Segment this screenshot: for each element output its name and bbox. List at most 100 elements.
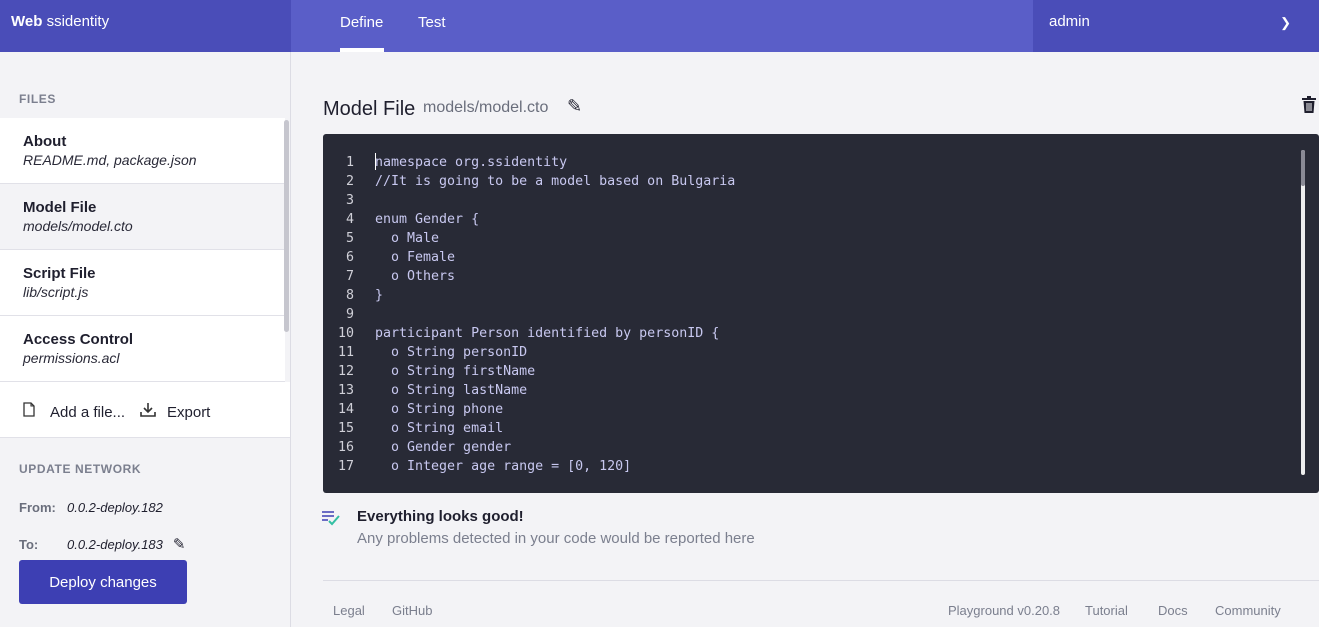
file-subtitle: permissions.acl xyxy=(23,350,120,366)
footer-link-github[interactable]: GitHub xyxy=(392,603,432,618)
chevron-down-icon: ❯ xyxy=(1280,15,1291,30)
code-text: o String firstName xyxy=(375,364,536,379)
line-number: 6 xyxy=(345,250,354,265)
brand-bold: Web xyxy=(11,13,43,30)
export-label: Export xyxy=(167,404,211,421)
file-title: Model File xyxy=(23,199,97,216)
user-menu[interactable]: admin ❯ xyxy=(1033,0,1319,52)
code-editor[interactable]: 1 namespace org.ssidentity 2 //It is going … xyxy=(323,134,1319,493)
tab-define[interactable]: Define xyxy=(340,0,384,52)
line-number: 2 xyxy=(345,174,354,189)
file-title: Access Control xyxy=(23,331,134,348)
to-version: To: 0.0.2-deploy.183 ✎ xyxy=(19,535,185,553)
status-text: Any problems detected in your code would… xyxy=(357,530,755,547)
code-line[interactable]: 10 participant Person identified by perso… xyxy=(323,324,1283,343)
line-number: 3 xyxy=(345,193,354,208)
line-number: 15 xyxy=(337,421,354,436)
code-line[interactable]: 15 o String email xyxy=(323,419,1283,438)
line-number: 10 xyxy=(337,326,354,341)
file-path: models/model.cto xyxy=(423,99,549,116)
from-label: From: xyxy=(19,500,56,515)
file-item-acl[interactable]: Access Control permissions.acl xyxy=(0,316,285,382)
user-name: admin xyxy=(1049,13,1090,30)
code-text: o String personID xyxy=(375,345,528,360)
line-number: 5 xyxy=(345,231,354,246)
code-line[interactable]: 4 enum Gender { xyxy=(323,210,1283,229)
footer-link-docs[interactable]: Docs xyxy=(1158,603,1188,618)
file-subtitle: README.md, package.json xyxy=(23,152,197,168)
code-text: namespace org.ssidentity xyxy=(375,155,568,170)
brand-name: ssidentity xyxy=(42,13,110,30)
code-text: o Gender gender xyxy=(375,440,512,455)
code-text: o String email xyxy=(375,421,504,436)
footer-link-community[interactable]: Community xyxy=(1215,603,1281,618)
code-line[interactable]: 7 o Others xyxy=(323,267,1283,286)
code-text: o Female xyxy=(375,250,456,265)
text-cursor xyxy=(375,153,376,170)
add-file-button[interactable]: Add a file... xyxy=(23,402,125,421)
footer: Legal GitHub Playground v0.20.8 Tutorial… xyxy=(323,580,1319,627)
line-number: 17 xyxy=(337,459,354,474)
file-subtitle: models/model.cto xyxy=(23,218,133,234)
file-icon xyxy=(23,402,43,421)
code-line[interactable]: 12 o String firstName xyxy=(323,362,1283,381)
line-number: 14 xyxy=(337,402,354,417)
to-value: 0.0.2-deploy.183 xyxy=(67,537,163,552)
code-text: enum Gender { xyxy=(375,212,480,227)
edit-icon[interactable]: ✎ xyxy=(567,96,582,117)
sidebar-scrollbar[interactable] xyxy=(284,120,289,332)
code-line[interactable]: 17 o Integer age range = [0, 120] xyxy=(323,457,1283,476)
main-content: Model File models/model.cto ✎ 1 namespace… xyxy=(292,52,1319,627)
add-file-label: Add a file... xyxy=(50,404,126,421)
line-number: 8 xyxy=(345,288,354,303)
file-item-model[interactable]: Model File models/model.cto xyxy=(0,184,285,250)
file-title: Script File xyxy=(23,265,96,282)
line-number: 1 xyxy=(345,155,354,170)
code-line[interactable]: 6 o Female xyxy=(323,248,1283,267)
footer-version: Playground v0.20.8 xyxy=(948,603,1061,618)
code-text: o Integer age range = [0, 120] xyxy=(375,459,632,474)
code-line[interactable]: 13 o String lastName xyxy=(323,381,1283,400)
code-text: o Others xyxy=(375,269,456,284)
update-network-heading: UPDATE NETWORK xyxy=(19,462,142,476)
editor-scrollbar-thumb[interactable] xyxy=(1301,150,1305,186)
line-number: 13 xyxy=(337,383,354,398)
code-text: o String phone xyxy=(375,402,504,417)
footer-link-tutorial[interactable]: Tutorial xyxy=(1085,603,1128,618)
file-actions: Add a file... Export xyxy=(0,382,290,438)
download-icon xyxy=(140,402,160,421)
edit-version-icon[interactable]: ✎ xyxy=(173,536,186,553)
tab-test[interactable]: Test xyxy=(418,0,446,52)
to-label: To: xyxy=(19,537,39,552)
from-version: From: 0.0.2-deploy.182 xyxy=(19,500,163,515)
line-number: 7 xyxy=(345,269,354,284)
code-line[interactable]: 5 o Male xyxy=(323,229,1283,248)
code-text: } xyxy=(375,288,384,303)
footer-link-legal[interactable]: Legal xyxy=(333,603,365,618)
line-number: 11 xyxy=(337,345,354,360)
code-line[interactable]: 1 namespace org.ssidentity xyxy=(323,153,1283,172)
code-line[interactable]: 16 o Gender gender xyxy=(323,438,1283,457)
file-title: About xyxy=(23,133,67,150)
page-title: Model File xyxy=(323,98,416,120)
code-line[interactable]: 9 xyxy=(323,305,1283,324)
from-value: 0.0.2-deploy.182 xyxy=(67,500,163,515)
code-line[interactable]: 3 xyxy=(323,191,1283,210)
export-button[interactable]: Export xyxy=(140,402,210,421)
code-line[interactable]: 8} xyxy=(323,286,1283,305)
line-number: 12 xyxy=(337,364,354,379)
code-line[interactable]: 11 o String personID xyxy=(323,343,1283,362)
line-number: 9 xyxy=(345,307,354,322)
code-text: participant Person identified by personI… xyxy=(375,326,720,341)
trash-icon[interactable] xyxy=(1301,96,1317,119)
code-line[interactable]: 14 o String phone xyxy=(323,400,1283,419)
app-brand[interactable]: Web ssidentity xyxy=(0,0,291,52)
editor-scrollbar-track xyxy=(1301,150,1305,475)
file-item-script[interactable]: Script File lib/script.js xyxy=(0,250,285,316)
file-item-about[interactable]: About README.md, package.json xyxy=(0,118,285,184)
top-bar: Web ssidentity Define Test admin ❯ xyxy=(0,0,1319,52)
deploy-button[interactable]: Deploy changes xyxy=(19,560,187,604)
check-list-icon xyxy=(322,510,340,531)
code-line[interactable]: 2 //It is going to be a model based on Bu… xyxy=(323,172,1283,191)
code-text: o Male xyxy=(375,231,440,246)
